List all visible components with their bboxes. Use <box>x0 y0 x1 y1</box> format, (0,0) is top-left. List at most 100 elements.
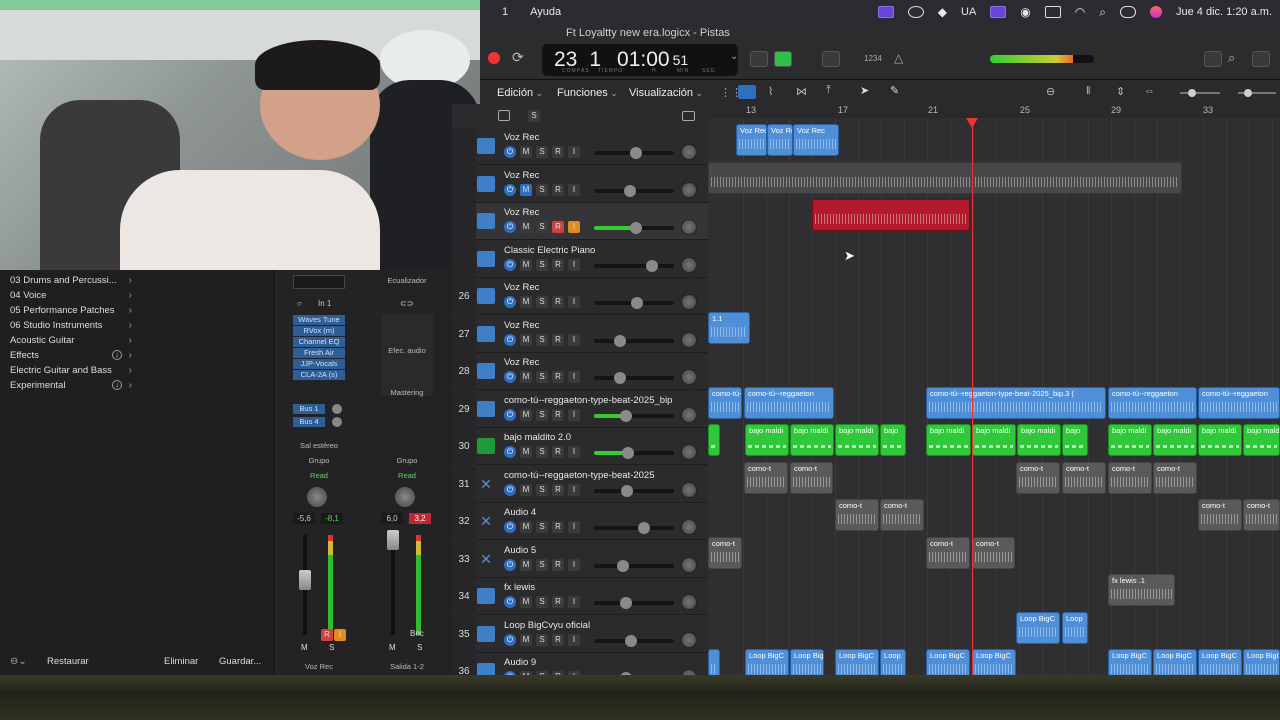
power-icon[interactable]: ⏻ <box>504 633 516 646</box>
library-item[interactable]: 06 Studio Instruments › <box>0 318 274 333</box>
mute-button[interactable]: M <box>520 146 532 158</box>
region[interactable]: bajo maldi <box>790 424 834 456</box>
fader-handle-2[interactable] <box>387 530 399 550</box>
battery-icon[interactable] <box>1044 6 1061 18</box>
volume-slider-thumb[interactable] <box>624 184 636 197</box>
edit-menu[interactable]: Edición <box>497 87 543 99</box>
list-editor-icon[interactable] <box>1180 51 1198 67</box>
region[interactable]: como-t <box>835 499 879 531</box>
region[interactable]: bajo maldi <box>926 424 971 456</box>
record-enable-button[interactable]: R <box>552 558 564 571</box>
library-item[interactable]: Effects › ↓ <box>0 348 274 363</box>
track-name[interactable]: fx lewis <box>504 582 535 593</box>
region[interactable]: Loop BigC <box>926 649 970 675</box>
region[interactable]: como-t <box>1062 461 1106 494</box>
mute-button[interactable]: M <box>520 596 532 608</box>
pan-knob[interactable] <box>681 144 697 160</box>
input-slot[interactable]: In 1 <box>318 299 331 308</box>
track-header[interactable]: 31 ✕ como-tú--reggaeton-type-beat-2025 ⏻ M S R… <box>452 465 708 503</box>
control-center-icon[interactable] <box>1120 6 1136 18</box>
send-knob-1[interactable] <box>332 404 342 414</box>
replace-icon[interactable] <box>774 51 792 67</box>
region[interactable]: Loop BigC <box>1243 649 1280 675</box>
playhead[interactable] <box>972 118 973 675</box>
region[interactable]: bajo <box>880 424 906 456</box>
lcd-display[interactable]: 23 1 01:00 51 COMPÁS TIEMPO H MIN SEG <box>542 44 738 76</box>
region[interactable]: Loop BigC <box>835 649 879 675</box>
pan-knob[interactable] <box>681 369 697 385</box>
region[interactable] <box>812 199 970 231</box>
pan-knob-2[interactable] <box>394 486 416 508</box>
arrange-area[interactable]: Voz Rec Voz Rec Voz Rec 1.1 como-tú--reggaet… <box>708 118 1280 675</box>
track-header[interactable]: 35 Loop BigCvyu oficial ⏻ M S R I <box>452 615 708 653</box>
record-enable-button[interactable]: R <box>552 596 564 608</box>
plugin-slot[interactable]: RVox (m) <box>293 326 345 336</box>
input-icon[interactable]: ○ <box>297 299 302 308</box>
power-icon[interactable]: ⏻ <box>504 371 516 383</box>
pointer-tool-icon[interactable]: ➤ <box>860 84 869 97</box>
record-icon[interactable]: ◉ <box>1020 5 1030 19</box>
region[interactable]: como-t <box>1016 461 1060 494</box>
volume-slider-thumb[interactable] <box>620 409 632 422</box>
library-item[interactable]: 03 Drums and Percussi... › <box>0 273 274 288</box>
group-slot[interactable]: Grupo <box>276 456 362 465</box>
region[interactable]: como-t <box>790 461 833 494</box>
mute-button-2[interactable]: M <box>389 643 396 652</box>
solo-button[interactable]: S <box>536 521 548 533</box>
input-monitor-button[interactable]: I <box>568 183 580 196</box>
pencil-icon[interactable] <box>798 51 816 67</box>
horizontal-zoom-slider[interactable] <box>1238 89 1276 97</box>
volume-slider[interactable] <box>594 147 674 159</box>
volume-slider[interactable] <box>594 184 674 197</box>
track-header[interactable]: Classic Electric Piano ⏻ M S R I <box>452 240 708 278</box>
region[interactable]: Loop BigC <box>1016 611 1060 644</box>
score-icon[interactable] <box>822 51 840 67</box>
notepad-icon[interactable] <box>1204 51 1222 67</box>
volume-slider[interactable] <box>594 484 674 497</box>
mastering-label[interactable]: Mastering <box>364 388 450 397</box>
eq-thumbnail[interactable] <box>293 275 345 289</box>
download-icon[interactable]: ↓ <box>112 350 122 360</box>
automation-mode[interactable]: Read <box>276 471 362 480</box>
power-icon[interactable]: ⏻ <box>504 333 516 346</box>
pan-knob[interactable] <box>681 331 697 348</box>
solo-button[interactable]: S <box>536 296 548 308</box>
menu-window[interactable]: 1 <box>502 6 508 18</box>
record-enable-button[interactable]: R <box>552 521 564 533</box>
region[interactable]: bajo maldi <box>835 424 879 456</box>
track-name[interactable]: Voz Rec <box>504 207 539 218</box>
region[interactable]: como-t <box>1198 499 1242 531</box>
vertical-zoom-slider[interactable] <box>1180 89 1220 97</box>
track-name[interactable]: Loop BigCvyu oficial <box>504 620 590 631</box>
input-monitor-button[interactable]: I <box>568 296 580 308</box>
volume-slider-thumb[interactable] <box>631 297 643 309</box>
functions-menu[interactable]: Funciones <box>557 87 618 99</box>
record-button[interactable] <box>488 52 500 64</box>
record-enable-button[interactable]: R <box>552 183 564 196</box>
volume-slider[interactable] <box>594 259 674 272</box>
input-monitor-button[interactable]: I <box>568 371 580 383</box>
track-header[interactable]: 26 Voz Rec ⏻ M S R I <box>452 278 708 315</box>
solo-button[interactable]: S <box>536 333 548 346</box>
track-header[interactable]: 30 bajo maldito 2.0 ⏻ M S R I <box>452 428 708 465</box>
volume-slider[interactable] <box>594 522 674 534</box>
region[interactable]: bajo maldi <box>1108 424 1152 456</box>
delete-button[interactable]: Eliminar <box>164 656 198 667</box>
volume-slider[interactable] <box>594 372 674 384</box>
region[interactable]: como-t <box>708 536 742 569</box>
global-solo-button[interactable]: S <box>528 110 540 122</box>
library-item[interactable]: Acoustic Guitar › <box>0 333 274 348</box>
track-name[interactable]: Audio 5 <box>504 545 536 556</box>
record-enable-button[interactable]: R <box>552 221 564 233</box>
audio-fx-area[interactable] <box>381 314 433 396</box>
keyboard-layout[interactable]: UA <box>961 6 976 18</box>
save-button[interactable]: Guardar... <box>219 656 261 667</box>
record-enable-button[interactable]: R <box>552 146 564 158</box>
input-monitor-button[interactable]: I <box>568 221 580 233</box>
pan-knob[interactable] <box>681 556 697 573</box>
region[interactable]: Voz Rec <box>736 124 767 156</box>
pan-knob[interactable] <box>681 444 697 460</box>
menu-help[interactable]: Ayuda <box>530 6 561 18</box>
mute-button[interactable]: M <box>520 446 532 458</box>
track-name[interactable]: bajo maldito 2.0 <box>504 432 571 443</box>
